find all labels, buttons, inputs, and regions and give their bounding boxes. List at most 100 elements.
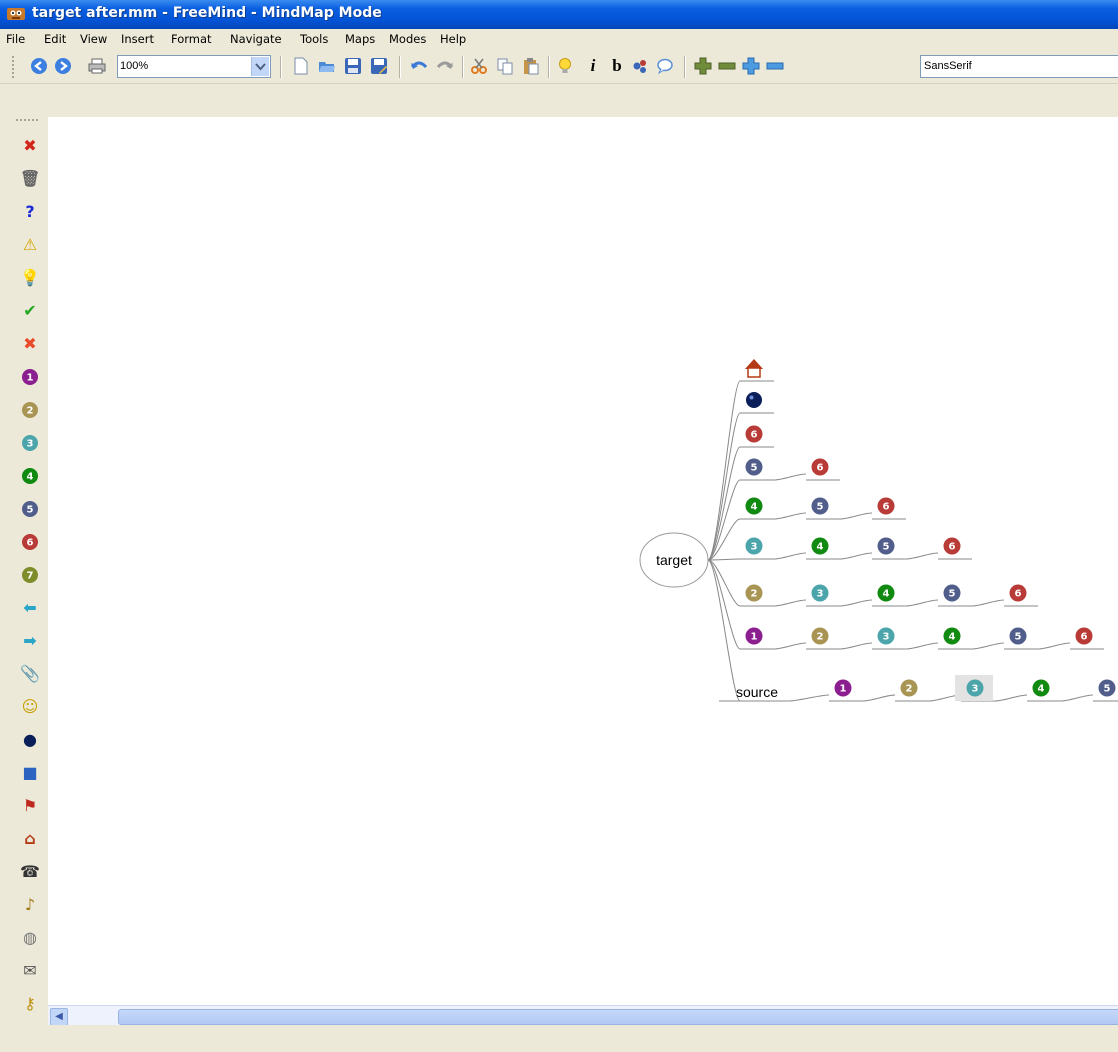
mindmap-node[interactable]: 5 (1009, 627, 1027, 645)
mindmap-node[interactable]: 4 (877, 584, 895, 602)
mindmap-node[interactable]: 3 (877, 627, 895, 645)
priority-2-icon[interactable]: 2 (20, 399, 40, 421)
mail-icon[interactable]: ✉ (20, 960, 40, 982)
forward-arrow-icon[interactable]: ➡ (20, 630, 40, 652)
priority-number: 6 (751, 430, 758, 441)
remove-all-icon[interactable]: 🗑 (20, 168, 40, 190)
zoom-select[interactable]: 100% (117, 55, 271, 78)
book-icon[interactable]: ■ (20, 762, 40, 784)
bold-icon[interactable]: b (608, 57, 626, 75)
bomb-icon[interactable]: ● (20, 729, 40, 751)
mindmap-canvas[interactable]: target 6 5 6 4 5 6 3 4 5 6 2 3 4 5 6 1 2 3 4 5 6 source 1 2 3 4 5 (48, 117, 1118, 1005)
priority-4-icon[interactable]: 4 (20, 465, 40, 487)
priority-5-icon[interactable]: 5 (20, 498, 40, 520)
increase-icon[interactable] (694, 57, 712, 75)
mindmap-node[interactable]: 4 (745, 497, 763, 515)
undo-icon[interactable] (410, 57, 428, 75)
menu-insert[interactable]: Insert (121, 32, 154, 46)
menu-modes[interactable]: Modes (389, 32, 426, 46)
priority-number: 5 (751, 463, 758, 474)
save-as-icon[interactable] (370, 57, 388, 75)
note-icon[interactable] (656, 57, 674, 75)
mindmap-node[interactable]: 3 (955, 675, 993, 701)
print-icon[interactable] (88, 57, 106, 75)
mindmap-node[interactable] (746, 392, 762, 408)
mindmap-node[interactable]: 6 (1009, 584, 1027, 602)
question-icon[interactable]: ? (20, 201, 40, 223)
home-icon[interactable]: ⌂ (20, 828, 40, 850)
warning-icon[interactable]: ⚠ (20, 234, 40, 256)
cancel-icon[interactable]: ✖ (20, 333, 40, 355)
mindmap-node[interactable]: 3 (811, 584, 829, 602)
mindmap-node[interactable]: 2 (811, 627, 829, 645)
flag-icon[interactable]: ⚑ (20, 795, 40, 817)
mindmap-node[interactable]: 2 (900, 679, 918, 697)
smiley-icon[interactable]: ☺ (20, 696, 40, 718)
mindmap-node[interactable]: 4 (1032, 679, 1050, 697)
ok-icon[interactable]: ✔ (20, 300, 40, 322)
icon-toolbar-grip[interactable] (16, 119, 38, 123)
mindmap-node[interactable]: 3 (745, 537, 763, 555)
priority-1-icon[interactable]: 1 (20, 366, 40, 388)
mindmap-node[interactable]: 5 (1098, 679, 1116, 697)
priority-6-icon[interactable]: 6 (20, 531, 40, 553)
menu-format[interactable]: Format (171, 32, 212, 46)
mindmap-node[interactable]: 6 (943, 537, 961, 555)
idea-icon[interactable] (556, 57, 574, 75)
open-icon[interactable] (318, 57, 336, 75)
paste-icon[interactable] (522, 57, 540, 75)
idea-icon[interactable]: 💡 (20, 267, 40, 289)
menu-file[interactable]: File (6, 32, 25, 46)
copy-icon[interactable] (496, 57, 514, 75)
toolbar-grip[interactable] (12, 56, 17, 78)
music-icon[interactable]: ♪ (20, 894, 40, 916)
mindmap-node[interactable]: 6 (877, 497, 895, 515)
forward-icon[interactable] (54, 57, 72, 75)
mindmap-node[interactable]: 6 (1075, 627, 1093, 645)
back-arrow-icon[interactable]: ⬅ (20, 597, 40, 619)
save-icon[interactable] (344, 57, 362, 75)
scroll-left-icon[interactable]: ◀ (50, 1008, 68, 1026)
remove-last-icon[interactable]: ✖ (20, 135, 40, 157)
cloud-icon[interactable] (632, 57, 650, 75)
menu-navigate[interactable]: Navigate (230, 32, 282, 46)
menu-edit[interactable]: Edit (44, 32, 66, 46)
menu-maps[interactable]: Maps (345, 32, 375, 46)
mindmap-node[interactable]: 4 (943, 627, 961, 645)
back-icon[interactable] (30, 57, 48, 75)
priority-7-icon[interactable]: 7 (20, 564, 40, 586)
chevron-down-icon[interactable] (251, 57, 269, 76)
mindmap-node[interactable]: 5 (943, 584, 961, 602)
mindmap-node[interactable]: 5 (877, 537, 895, 555)
cut-icon[interactable] (470, 57, 488, 75)
mouse-icon[interactable]: ◍ (20, 927, 40, 949)
horizontal-scrollbar[interactable]: ◀ (48, 1005, 1118, 1026)
mindmap-node[interactable] (745, 359, 763, 378)
mindmap-node[interactable]: 4 (811, 537, 829, 555)
mindmap-node[interactable]: 6 (811, 458, 829, 476)
attachment-icon[interactable]: 📎 (20, 663, 40, 685)
mindmap-node[interactable]: 2 (745, 584, 763, 602)
root-node[interactable]: target (639, 532, 709, 588)
italic-icon[interactable]: i (584, 57, 602, 75)
mindmap-node[interactable]: 5 (745, 458, 763, 476)
menu-help[interactable]: Help (440, 32, 466, 46)
new-icon[interactable] (292, 57, 310, 75)
font-family-select[interactable]: SansSerif (920, 55, 1118, 78)
scroll-thumb[interactable] (118, 1009, 1118, 1025)
enlarge-icon[interactable] (742, 57, 760, 75)
key-icon[interactable]: ⚷ (20, 993, 40, 1015)
priority-3-icon[interactable]: 3 (20, 432, 40, 454)
node-edge (905, 599, 939, 607)
menu-view[interactable]: View (80, 32, 107, 46)
mindmap-node[interactable]: source (736, 684, 778, 700)
menu-tools[interactable]: Tools (300, 32, 328, 46)
decrease-icon[interactable] (718, 57, 736, 75)
mindmap-node[interactable]: 6 (745, 425, 763, 443)
mindmap-node[interactable]: 1 (834, 679, 852, 697)
phone-icon[interactable]: ☎ (20, 861, 40, 883)
redo-icon[interactable] (436, 57, 454, 75)
shrink-icon[interactable] (766, 57, 784, 75)
mindmap-node[interactable]: 1 (745, 627, 763, 645)
mindmap-node[interactable]: 5 (811, 497, 829, 515)
